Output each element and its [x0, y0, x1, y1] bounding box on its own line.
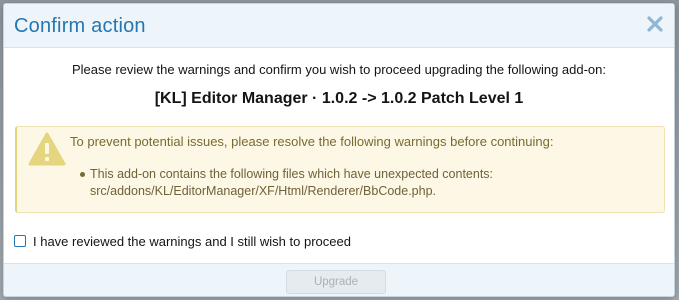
- dialog-title: Confirm action: [14, 15, 146, 37]
- warning-triangle-icon: [27, 131, 67, 167]
- close-icon[interactable]: [646, 15, 664, 33]
- confirm-label[interactable]: I have reviewed the warnings and I still…: [33, 234, 351, 249]
- upgrade-button[interactable]: Upgrade: [286, 270, 386, 294]
- dialog-footer: Upgrade: [4, 263, 674, 296]
- warning-title: To prevent potential issues, please reso…: [70, 134, 554, 149]
- warning-item-line2: src/addons/KL/EditorManager/XF/Html/Rend…: [90, 184, 437, 198]
- bullet-icon: [80, 172, 85, 177]
- confirm-dialog: Confirm action Please review the warning…: [3, 3, 675, 297]
- warning-item: This add-on contains the following files…: [90, 166, 510, 200]
- intro-text: Please review the warnings and confirm y…: [71, 62, 607, 77]
- confirm-checkbox[interactable]: [14, 235, 26, 247]
- dialog-header: Confirm action: [4, 4, 674, 48]
- addon-name: [KL] Editor Manager · 1.0.2 -> 1.0.2 Pat…: [154, 90, 524, 107]
- warning-box: To prevent potential issues, please reso…: [15, 126, 665, 213]
- warning-item-line1: This add-on contains the following files…: [90, 167, 494, 181]
- confirm-checkbox-row[interactable]: I have reviewed the warnings and I still…: [14, 233, 351, 249]
